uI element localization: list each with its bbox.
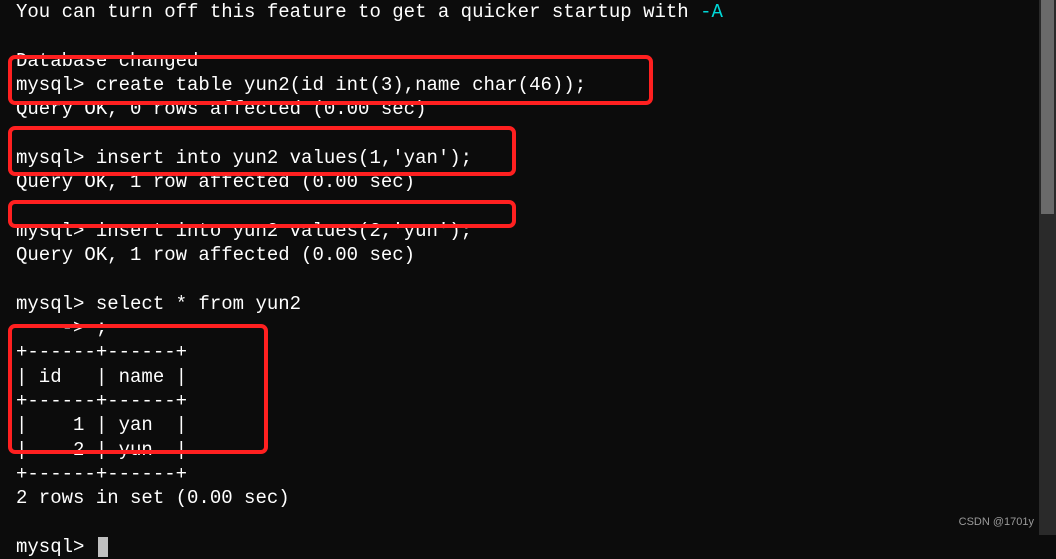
terminal-text: | 2 | yun | <box>16 439 187 461</box>
terminal-text: +------+------+ <box>16 341 187 363</box>
terminal-line: Database changed <box>16 49 723 73</box>
terminal-line: 2 rows in set (0.00 sec) <box>16 486 723 510</box>
terminal-line: mysql> select * from yun2 <box>16 292 723 316</box>
terminal-line: -> ; <box>16 316 723 340</box>
terminal-text-highlight: -A <box>700 1 723 23</box>
terminal-text: mysql> insert into yun2 values(2,'yun'); <box>16 220 472 242</box>
terminal-line: mysql> insert into yun2 values(2,'yun'); <box>16 219 723 243</box>
vertical-scrollbar[interactable] <box>1039 0 1056 535</box>
terminal-line <box>16 122 723 146</box>
cursor-icon <box>98 537 108 557</box>
terminal-text: mysql> select * from yun2 <box>16 293 301 315</box>
terminal-text: +------+------+ <box>16 463 187 485</box>
terminal-line: | id | name | <box>16 365 723 389</box>
terminal-line: +------+------+ <box>16 462 723 486</box>
terminal-line <box>16 195 723 219</box>
terminal-text: Query OK, 1 row affected (0.00 sec) <box>16 244 415 266</box>
terminal-line: Query OK, 1 row affected (0.00 sec) <box>16 170 723 194</box>
terminal-text: You can turn off this feature to get a q… <box>16 1 700 23</box>
terminal-line <box>16 511 723 535</box>
terminal-line: +------+------+ <box>16 340 723 364</box>
terminal-text: mysql> insert into yun2 values(1,'yan'); <box>16 147 472 169</box>
terminal-text: -> ; <box>16 317 107 339</box>
terminal-text: Database changed <box>16 50 198 72</box>
terminal-line: Query OK, 0 rows affected (0.00 sec) <box>16 97 723 121</box>
terminal-line: +------+------+ <box>16 389 723 413</box>
terminal-text: +------+------+ <box>16 390 187 412</box>
terminal-line: mysql> create table yun2(id int(3),name … <box>16 73 723 97</box>
terminal-line: Query OK, 1 row affected (0.00 sec) <box>16 243 723 267</box>
terminal-text: Query OK, 1 row affected (0.00 sec) <box>16 171 415 193</box>
terminal-line <box>16 267 723 291</box>
terminal-text: | id | name | <box>16 366 187 388</box>
terminal-line: | 2 | yun | <box>16 438 723 462</box>
terminal-text: 2 rows in set (0.00 sec) <box>16 487 290 509</box>
terminal-line: | 1 | yan | <box>16 413 723 437</box>
terminal-text: mysql> create table yun2(id int(3),name … <box>16 74 586 96</box>
terminal-text: | 1 | yan | <box>16 414 187 436</box>
terminal-line: mysql> <box>16 535 723 559</box>
watermark-text: CSDN @1701y <box>959 515 1034 529</box>
terminal-output[interactable]: You can turn off this feature to get a q… <box>16 0 723 559</box>
terminal-text: mysql> <box>16 536 96 558</box>
terminal-line: You can turn off this feature to get a q… <box>16 0 723 24</box>
terminal-line <box>16 24 723 48</box>
terminal-text: Query OK, 0 rows affected (0.00 sec) <box>16 98 426 120</box>
scrollbar-thumb[interactable] <box>1041 0 1054 214</box>
terminal-line: mysql> insert into yun2 values(1,'yan'); <box>16 146 723 170</box>
